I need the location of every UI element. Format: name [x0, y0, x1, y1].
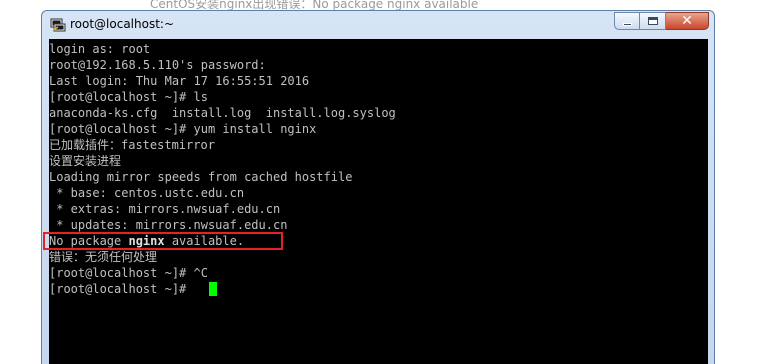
minimize-button[interactable] — [614, 12, 640, 30]
putty-terminal-icon — [50, 18, 66, 32]
error-highlight-box — [43, 232, 283, 250]
window-title: root@localhost:~ — [70, 17, 175, 31]
terminal-line: root@192.168.5.110's password: — [49, 58, 266, 72]
title-bar[interactable]: root@localhost:~ ✕ — [42, 11, 714, 39]
terminal-line: * updates: mirrors.nwsuaf.edu.cn — [49, 218, 288, 232]
terminal-line: Last login: Thu Mar 17 16:55:51 2016 — [49, 74, 310, 88]
terminal-line: Loading mirror speeds from cached hostfi… — [49, 170, 353, 184]
maximize-button[interactable] — [640, 12, 666, 30]
terminal-line: [root@localhost ~]# ^C — [49, 266, 208, 280]
terminal-screen[interactable]: login as: root root@192.168.5.110's pass… — [49, 39, 708, 364]
terminal-line: * base: centos.ustc.edu.cn — [49, 186, 245, 200]
terminal-line: 错误：无须任何处理 — [49, 250, 158, 264]
terminal-prompt-line: [root@localhost ~]# — [49, 282, 194, 296]
terminal-line: 已加载插件：fastestmirror — [49, 138, 215, 152]
close-button[interactable]: ✕ — [666, 12, 709, 30]
terminal-cursor — [209, 282, 217, 296]
terminal-line: [root@localhost ~]# yum install nginx — [49, 122, 317, 136]
maximize-icon — [648, 17, 658, 25]
terminal-line: login as: root — [49, 42, 151, 56]
window-controls: ✕ — [614, 12, 709, 31]
terminal-line: [root@localhost ~]# ls — [49, 90, 208, 104]
terminal-line: anaconda-ks.cfg install.log install.log.… — [49, 106, 396, 120]
minimize-icon — [623, 23, 632, 26]
close-icon: ✕ — [681, 13, 693, 29]
terminal-line: 设置安装进程 — [49, 154, 122, 168]
terminal-line: * extras: mirrors.nwsuaf.edu.cn — [49, 202, 281, 216]
